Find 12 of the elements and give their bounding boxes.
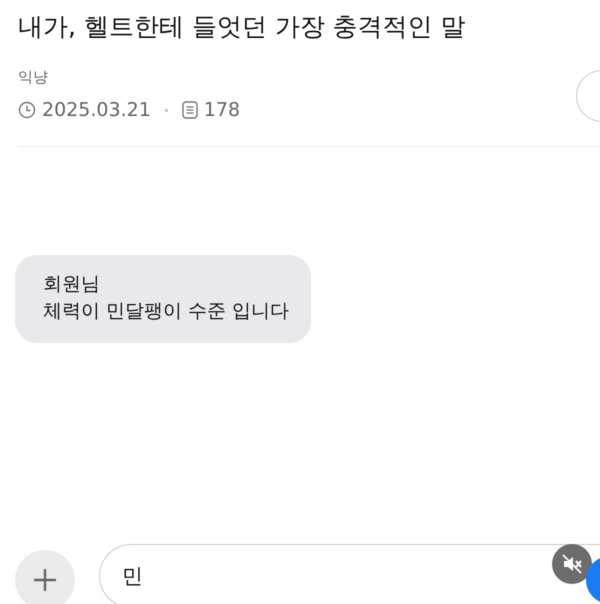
document-icon (182, 101, 198, 119)
post-date: 2025.03.21 (42, 99, 151, 121)
post-title: 내가, 헬트한테 들엇던 가장 충격적인 말 (18, 11, 467, 43)
muted-speaker-icon (561, 553, 583, 575)
clock-icon (18, 101, 36, 119)
message-input[interactable]: 민 (99, 544, 600, 604)
view-count: 178 (204, 99, 240, 121)
add-button[interactable] (15, 550, 75, 604)
plus-icon (32, 567, 58, 593)
message-text: 회원님 (43, 272, 101, 297)
author-name[interactable]: 익냥 (18, 68, 240, 87)
message-text: 체력이 민달팽이 수준 입니다 (43, 299, 290, 324)
